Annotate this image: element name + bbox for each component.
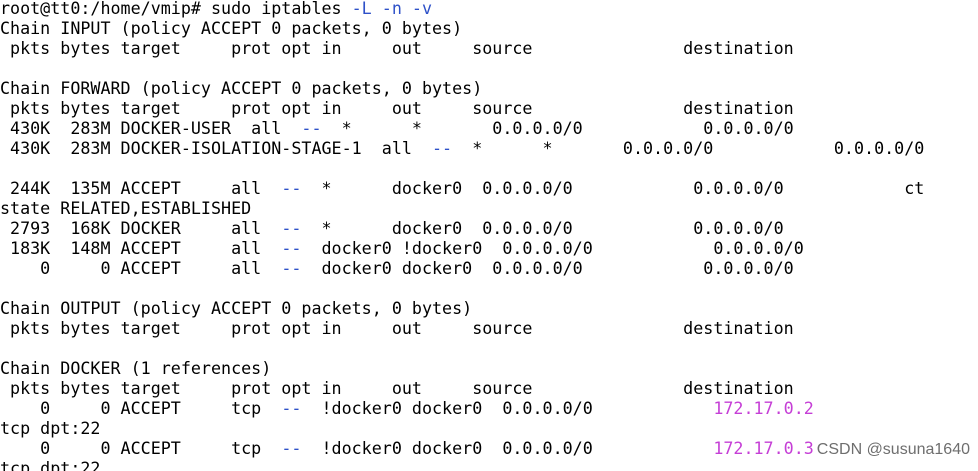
terminal-text-segment: docker0 docker0 0.0.0.0/0 0.0.0.0/0 [301, 258, 794, 278]
terminal-text-segment: -- [281, 238, 302, 258]
terminal-line: 0 0 ACCEPT all -- docker0 docker0 0.0.0.… [0, 258, 978, 278]
terminal-text-segment: state RELATED,ESTABLISHED [0, 198, 252, 218]
terminal-text-segment: 172.17.0.3 [713, 438, 814, 458]
terminal-text-segment: Chain INPUT (policy ACCEPT 0 packets, 0 … [0, 18, 463, 38]
terminal-line: 430K 283M DOCKER-USER all -- * * 0.0.0.0… [0, 118, 978, 138]
terminal-text-segment: -- [301, 118, 322, 138]
terminal-text-segment: 0 0 ACCEPT tcp [0, 398, 282, 418]
terminal-line: 2793 168K DOCKER all -- * docker0 0.0.0.… [0, 218, 978, 238]
terminal-text-segment: 0 0 ACCEPT tcp [0, 438, 282, 458]
terminal-text-segment: -- [432, 138, 453, 158]
terminal-text-segment: Chain OUTPUT (policy ACCEPT 0 packets, 0… [0, 298, 473, 318]
terminal-text-segment: 430K 283M DOCKER-USER all [0, 118, 302, 138]
terminal-text-segment: -v [411, 0, 433, 18]
terminal-text-segment: -L [351, 0, 372, 18]
terminal-line: Chain OUTPUT (policy ACCEPT 0 packets, 0… [0, 298, 978, 318]
terminal-line: pkts bytes target prot opt in out source… [0, 38, 978, 58]
terminal-text-segment: 244K 135M ACCEPT all [0, 178, 282, 198]
terminal-text-segment: pkts bytes target prot opt in out source… [0, 38, 794, 58]
terminal-text-segment: pkts bytes target prot opt in out source… [0, 378, 794, 398]
terminal-line: state RELATED,ESTABLISHED [0, 198, 978, 218]
terminal-text-segment: 183K 148M ACCEPT all [0, 238, 282, 258]
terminal-text-segment: * * 0.0.0.0/0 0.0.0.0/0 [452, 138, 925, 158]
terminal-text-segment: 430K 283M DOCKER-ISOLATION-STAGE-1 all [0, 138, 433, 158]
terminal-text-segment: 0 0 ACCEPT all [0, 258, 282, 278]
terminal-text-segment: pkts bytes target prot opt in out source… [0, 318, 794, 338]
terminal-text-segment: -- [281, 258, 302, 278]
terminal-text-segment: pkts bytes target prot opt in out source… [0, 98, 794, 118]
terminal-text-segment: Chain DOCKER (1 references) [0, 358, 272, 378]
terminal-line: pkts bytes target prot opt in out source… [0, 378, 978, 398]
terminal-line: pkts bytes target prot opt in out source… [0, 98, 978, 118]
terminal-line: Chain FORWARD (policy ACCEPT 0 packets, … [0, 78, 978, 98]
terminal-text-segment: * docker0 0.0.0.0/0 0.0.0.0/0 ct [301, 178, 925, 198]
terminal-text-segment: docker0 !docker0 0.0.0.0/0 0.0.0.0/0 [301, 238, 804, 258]
terminal-line: Chain DOCKER (1 references) [0, 358, 978, 378]
terminal-line: 0 0 ACCEPT tcp -- !docker0 docker0 0.0.0… [0, 398, 978, 418]
terminal-text-segment: -- [281, 178, 302, 198]
terminal-text-segment: 172.17.0.2 [713, 398, 814, 418]
terminal-line: 183K 148M ACCEPT all -- docker0 !docker0… [0, 238, 978, 258]
terminal-text-segment: -n [381, 0, 402, 18]
csdn-watermark: CSDN @susuna1640 [814, 440, 972, 460]
terminal-text-segment: Chain FORWARD (policy ACCEPT 0 packets, … [0, 78, 483, 98]
terminal-text-segment: -- [281, 218, 302, 238]
terminal-output[interactable]: root@tt0:/home/vmip# sudo iptables -L -n… [0, 0, 978, 471]
terminal-line: 430K 283M DOCKER-ISOLATION-STAGE-1 all -… [0, 138, 978, 158]
terminal-text-segment: tcp dpt:22 [0, 458, 101, 471]
terminal-line: root@tt0:/home/vmip# sudo iptables -L -n… [0, 0, 978, 18]
terminal-text-segment: tcp dpt:22 [0, 418, 101, 438]
terminal-text-segment: * * 0.0.0.0/0 0.0.0.0/0 [321, 118, 794, 138]
terminal-text-segment: -- [281, 398, 302, 418]
terminal-text-segment: 2793 168K DOCKER all [0, 218, 282, 238]
terminal-text-segment: !docker0 docker0 0.0.0.0/0 [301, 438, 714, 458]
terminal-line: 244K 135M ACCEPT all -- * docker0 0.0.0.… [0, 178, 978, 198]
terminal-line: Chain INPUT (policy ACCEPT 0 packets, 0 … [0, 18, 978, 38]
terminal-text-segment: root@tt0:/home/vmip# sudo iptables [0, 0, 352, 18]
terminal-text-segment: * docker0 0.0.0.0/0 0.0.0.0/0 [301, 218, 784, 238]
terminal-line: tcp dpt:22 [0, 418, 978, 438]
terminal-text-segment: -- [281, 438, 302, 458]
terminal-text-segment: !docker0 docker0 0.0.0.0/0 [301, 398, 714, 418]
terminal-line: pkts bytes target prot opt in out source… [0, 318, 978, 338]
